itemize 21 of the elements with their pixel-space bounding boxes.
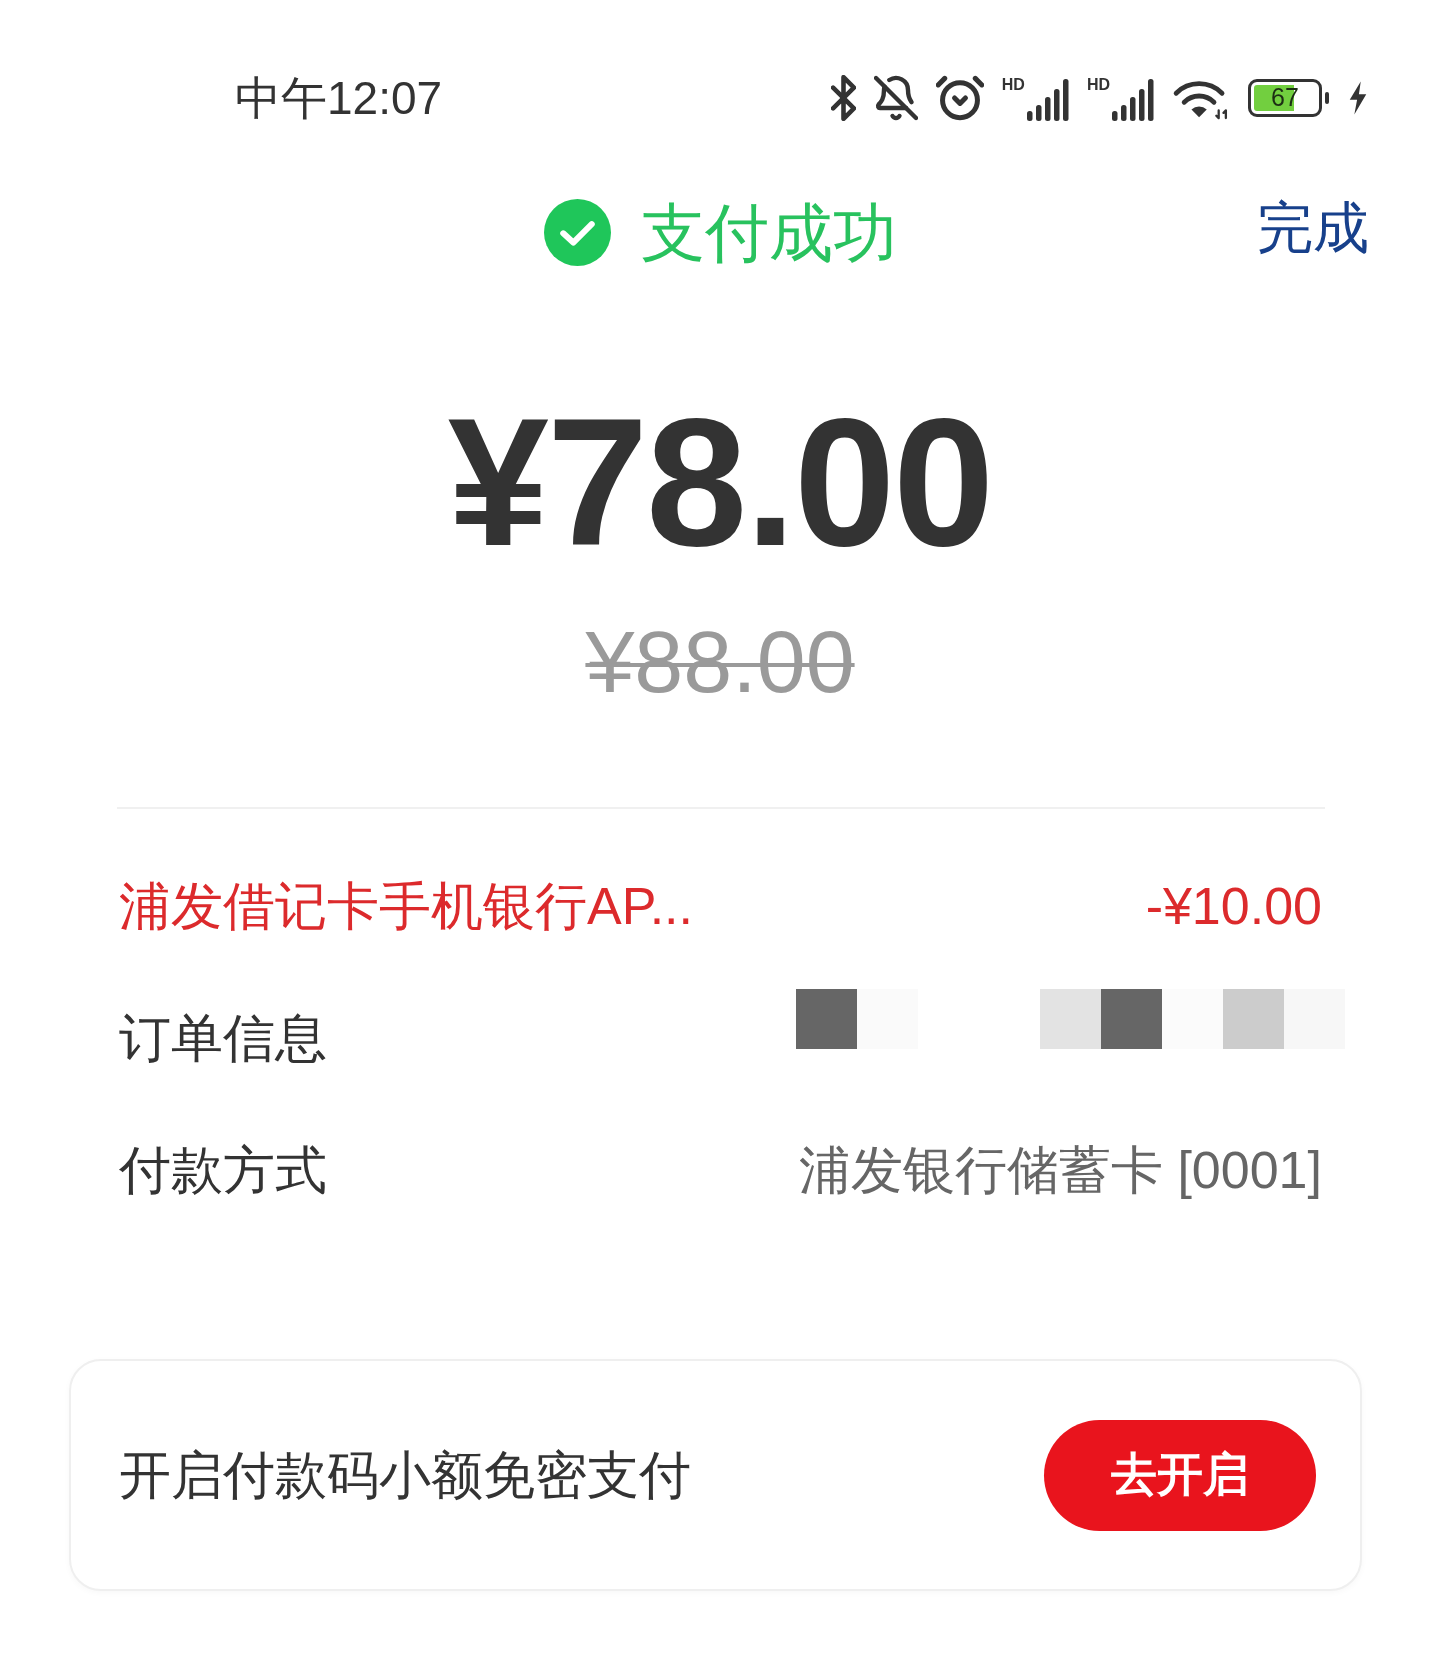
discount-amount: -¥10.00 <box>1145 875 1322 937</box>
payment-success-title: 支付成功 <box>640 197 897 269</box>
lightning-bolt-icon <box>1347 80 1369 115</box>
success-check-icon <box>543 199 611 267</box>
promo-text: 开启付款码小额免密支付 <box>119 1444 691 1506</box>
discount-label: 浦发借记卡手机银行AP... <box>119 875 693 937</box>
bell-off-icon <box>873 74 918 121</box>
detail-label: 订单信息 <box>119 1007 327 1069</box>
original-price: ¥88.00 <box>585 612 855 712</box>
done-button[interactable]: 完成 <box>1257 197 1369 259</box>
status-time: 中午12:07 <box>235 74 443 121</box>
paid-amount: ¥78.00 <box>447 382 993 582</box>
detail-label: 付款方式 <box>119 1139 327 1201</box>
enable-button[interactable]: 去开启 <box>1044 1419 1316 1531</box>
signal-bars-icon <box>1112 78 1154 121</box>
signal-bars-icon <box>1026 78 1069 121</box>
detail-value: 浦发银行储蓄卡 [0001] <box>798 1139 1322 1201</box>
alarm-clock-icon <box>935 73 984 122</box>
network-type-label: HD <box>1086 76 1110 93</box>
bluetooth-icon <box>830 74 856 121</box>
network-type-label: HD <box>1001 76 1025 93</box>
